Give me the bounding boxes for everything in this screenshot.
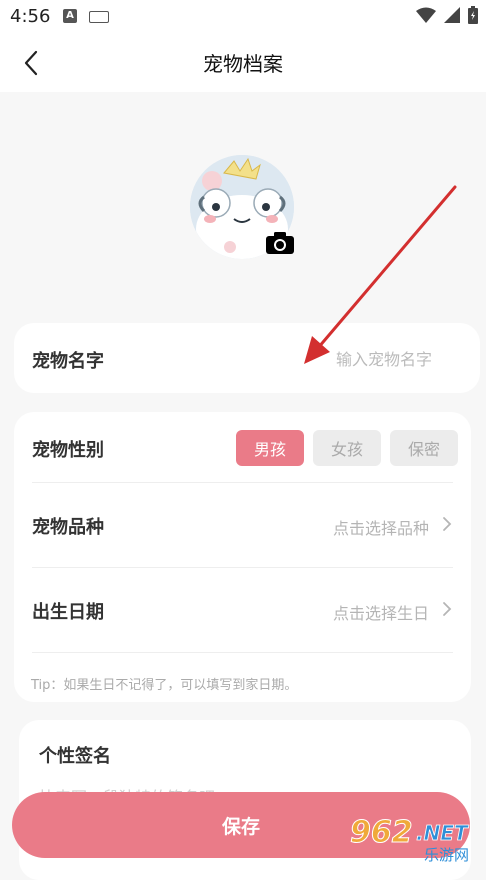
battery-icon	[468, 6, 478, 24]
status-bar: 4:56 A	[0, 0, 486, 34]
signal-icon	[444, 7, 460, 23]
breed-label: 宠物品种	[32, 517, 104, 538]
svg-text:.NET: .NET	[416, 821, 469, 845]
birthday-row[interactable]: 出生日期 点击选择生日	[14, 568, 471, 652]
keyboard-icon	[89, 11, 109, 23]
page-title: 宠物档案	[203, 52, 283, 76]
status-time: 4:56	[10, 6, 51, 27]
breed-value: 点击选择品种	[332, 519, 429, 538]
birthday-tip: Tip：如果生日不记得了，可以填写到家日期。	[31, 678, 298, 693]
camera-button[interactable]	[265, 231, 295, 255]
gender-label: 宠物性别	[32, 440, 104, 461]
svg-text:乐游网: 乐游网	[424, 846, 469, 864]
chevron-right-icon	[443, 517, 452, 531]
breed-row[interactable]: 宠物品种 点击选择品种	[14, 483, 471, 567]
wifi-icon	[416, 7, 436, 23]
site-watermark-logo: 962 .NET 乐游网	[346, 812, 486, 865]
signature-label: 个性签名	[39, 746, 111, 767]
gender-option-girl[interactable]: 女孩	[313, 430, 381, 466]
accessibility-icon: A	[63, 9, 77, 23]
birthday-label: 出生日期	[32, 602, 104, 623]
pet-info-card: 宠物性别 男孩 女孩 保密 宠物品种 点击选择品种 出生日期 点击选择生日 Ti…	[14, 412, 471, 702]
birthday-value: 点击选择生日	[332, 604, 429, 623]
pet-name-input[interactable]	[230, 344, 434, 374]
camera-icon	[266, 232, 294, 254]
svg-text:962: 962	[350, 815, 413, 850]
pet-name-label: 宠物名字	[32, 351, 104, 372]
status-indicators	[416, 6, 478, 24]
pet-name-card: 宠物名字	[14, 323, 480, 393]
gender-option-secret[interactable]: 保密	[390, 430, 458, 466]
gender-option-boy[interactable]: 男孩	[236, 430, 304, 466]
top-app-bar: 宠物档案	[0, 34, 486, 92]
chevron-right-icon	[443, 602, 452, 616]
divider	[32, 652, 453, 653]
